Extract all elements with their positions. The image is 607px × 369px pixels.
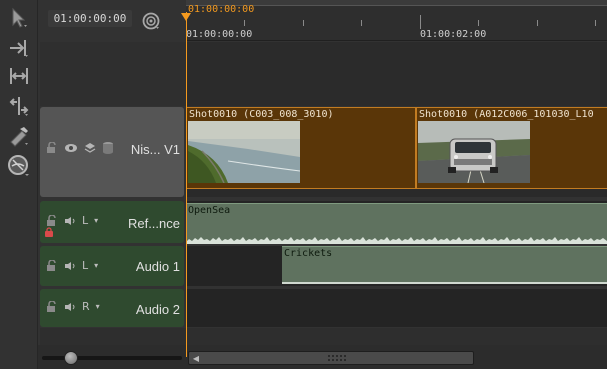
track-lane-audio1[interactable]: Crickets <box>186 246 607 286</box>
speaker-icon[interactable] <box>64 261 76 271</box>
video-clip-1[interactable]: Shot0010 (C003_008_3010) <box>186 107 416 189</box>
razor-icon <box>10 127 28 147</box>
ruler-minor-tick <box>361 20 362 26</box>
track-select-icon <box>10 40 28 57</box>
track-area-filler <box>40 328 607 345</box>
channel-selector[interactable]: R <box>82 300 90 313</box>
snap-icon[interactable] <box>141 11 161 31</box>
lock-icon[interactable] <box>46 300 58 313</box>
track-header-v1[interactable]: Nis... V1 <box>40 107 184 197</box>
track-lane-reference[interactable]: OpenSea <box>186 201 607 244</box>
channel-selector[interactable]: L <box>82 259 88 272</box>
ruler-minor-tick <box>537 20 538 26</box>
playhead-line[interactable] <box>186 12 187 357</box>
empty-track-lane[interactable] <box>186 42 607 106</box>
ruler-label-start: 01:00:00:00 <box>186 29 253 40</box>
zoom-slider-handle[interactable] <box>64 351 78 365</box>
track-lane-audio2[interactable] <box>186 289 607 327</box>
chevron-down-icon[interactable]: ▾ <box>94 216 98 225</box>
lock-icon[interactable] <box>46 214 58 227</box>
scroll-left-icon[interactable]: ◀ <box>188 351 204 365</box>
record-lock-icon[interactable] <box>44 227 54 237</box>
clip-title: OpenSea <box>188 205 231 216</box>
chevron-down-icon[interactable]: ▾ <box>94 261 98 270</box>
ruler-major-tick <box>420 15 421 29</box>
track-name-audio2: Audio 2 <box>135 302 180 317</box>
audio-clip-crickets[interactable]: Crickets <box>282 246 607 284</box>
chevron-down-icon[interactable]: ▾ <box>96 302 100 311</box>
channel-selector[interactable]: L <box>82 214 88 227</box>
ruler-minor-tick <box>478 20 479 26</box>
track-name-audio1: Audio 1 <box>135 259 180 274</box>
razor-tool-button[interactable] <box>6 124 32 148</box>
track-lane-v1[interactable]: Shot0010 (C003_008_3010) Shot0010 (A012C… <box>186 107 607 197</box>
slip-tool-button[interactable] <box>6 64 32 88</box>
ruler-minor-tick <box>595 20 596 26</box>
arrow-cursor-icon <box>12 7 27 28</box>
clip-title: Shot0010 (A012C006_101030_L10 <box>419 109 594 120</box>
timecode-display[interactable]: 01:00:00:00 <box>48 10 132 27</box>
track-name-reference: Ref...nce <box>127 216 180 231</box>
select-tool-button[interactable] <box>6 6 32 30</box>
track-header-audio2[interactable]: R ▾ Audio 2 <box>40 289 184 327</box>
playhead-timecode: 01:00:00:00 <box>188 4 255 15</box>
track-header-reference[interactable]: L ▾ Ref...nce <box>40 201 184 243</box>
scroll-grip-icon[interactable] <box>328 354 348 362</box>
track-header-audio1[interactable]: L ▾ Audio 1 <box>40 246 184 286</box>
slip-icon <box>10 68 28 84</box>
audio-clip-opensea[interactable]: OpenSea <box>186 203 607 244</box>
tool-strip <box>0 0 38 369</box>
waveform <box>186 237 607 244</box>
clip-thumbnail-car <box>418 121 530 183</box>
speaker-icon[interactable] <box>64 302 76 312</box>
clip-title: Shot0010 (C003_008_3010) <box>189 109 334 120</box>
slide-tool-button[interactable] <box>6 94 32 118</box>
zoom-globe-icon <box>8 155 29 176</box>
clip-title: Crickets <box>284 248 333 259</box>
clip-thumbnail-coast <box>188 121 300 183</box>
slide-icon <box>9 97 29 116</box>
empty-track-header-area <box>40 42 186 106</box>
lock-icon[interactable] <box>46 259 58 272</box>
video-clip-2[interactable]: Shot0010 (A012C006_101030_L10 <box>416 107 607 189</box>
speaker-icon[interactable] <box>64 216 76 226</box>
database-icon[interactable] <box>102 141 114 155</box>
waveform <box>282 282 607 284</box>
track-name-v1: Nis... V1 <box>130 142 180 157</box>
ruler-label-2s: 01:00:02:00 <box>420 29 487 40</box>
ruler-minor-tick <box>303 20 304 26</box>
eye-icon[interactable] <box>64 143 78 153</box>
zoom-slider-track[interactable] <box>42 356 182 360</box>
track-select-tool-button[interactable] <box>6 36 32 60</box>
zoom-tool-button[interactable] <box>6 154 32 178</box>
ruler-minor-tick <box>244 20 245 26</box>
lock-icon[interactable] <box>46 142 58 154</box>
layers-icon[interactable] <box>84 142 96 154</box>
